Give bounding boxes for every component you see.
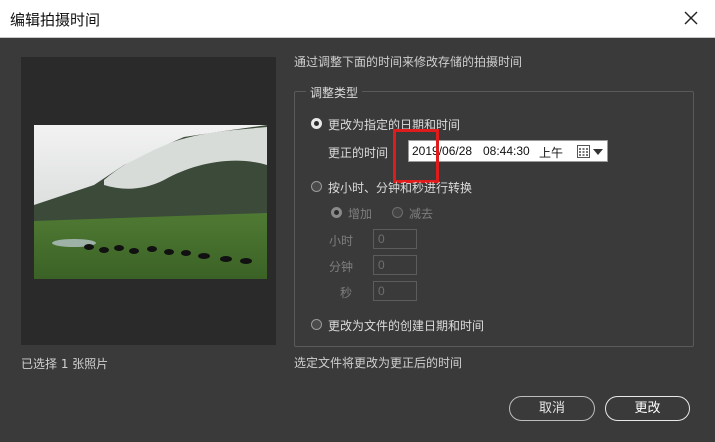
hours-label: 小时 — [329, 234, 354, 248]
radio-shift-time[interactable] — [311, 181, 322, 192]
adjust-type-legend: 调整类型 — [306, 84, 363, 101]
window-title: 编辑拍摄时间 — [10, 11, 101, 29]
radio-subtract[interactable] — [392, 207, 403, 218]
ampm-field[interactable]: 上午 — [539, 144, 563, 161]
radio-add-label[interactable]: 增加 — [348, 205, 372, 222]
seconds-label: 秒 — [340, 286, 353, 300]
seconds-input[interactable]: 0 — [373, 281, 417, 301]
radio-add[interactable] — [331, 207, 342, 218]
hours-input[interactable]: 0 — [373, 229, 417, 249]
minutes-label: 分钟 — [329, 260, 354, 274]
minutes-input[interactable]: 0 — [373, 255, 417, 275]
time-field[interactable]: 08:44:30 — [483, 144, 530, 158]
radio-subtract-label[interactable]: 减去 — [409, 205, 433, 222]
photo-preview-panel — [21, 57, 276, 345]
radio-file-created[interactable] — [311, 319, 322, 330]
calendar-icon[interactable] — [577, 145, 590, 158]
corrected-time-label: 更正的时间 — [328, 146, 389, 160]
change-button[interactable]: 更改 — [605, 396, 690, 421]
radio-file-created-label[interactable]: 更改为文件的创建日期和时间 — [328, 317, 484, 334]
close-icon[interactable] — [681, 8, 701, 28]
title-bar: 编辑拍摄时间 — [0, 0, 715, 38]
selected-count-text: 已选择 1 张照片 — [21, 357, 109, 371]
cancel-button[interactable]: 取消 — [509, 396, 595, 421]
radio-shift-time-label[interactable]: 按小时、分钟和秒进行转换 — [328, 179, 472, 196]
chevron-down-icon[interactable] — [593, 149, 603, 155]
instruction-text: 通过调整下面的时间来修改存储的拍摄时间 — [294, 55, 523, 69]
radio-specified-datetime[interactable] — [311, 118, 322, 129]
photo-thumbnail — [34, 125, 267, 279]
red-highlight-box — [393, 129, 439, 183]
footer-note: 选定文件将更改为更正后的时间 — [294, 356, 463, 370]
